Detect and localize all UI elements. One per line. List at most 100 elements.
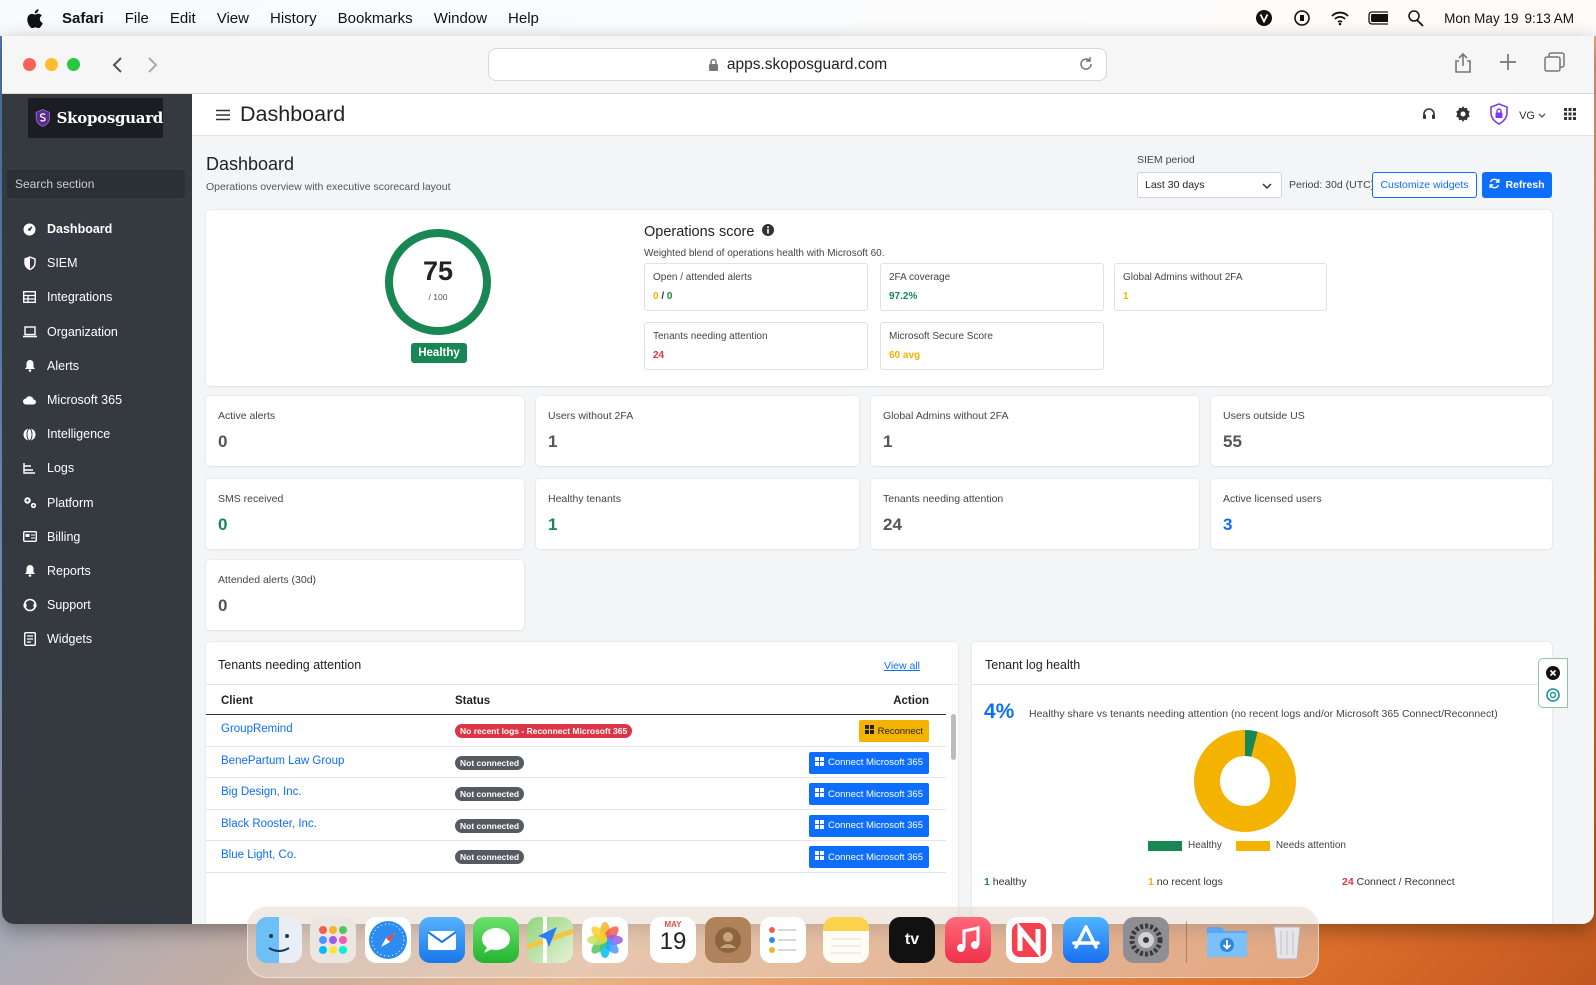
stat-value: 3 [1223, 515, 1233, 534]
sidebar-item-reports[interactable]: Reports [2, 554, 192, 588]
forward-icon[interactable] [140, 53, 164, 77]
zoom-window-button[interactable] [67, 58, 80, 71]
sidebar-item-intelligence[interactable]: Intelligence [2, 417, 192, 451]
dock-safari-icon[interactable] [365, 917, 411, 963]
share-icon[interactable] [1454, 52, 1472, 79]
user-menu[interactable]: VG [1519, 110, 1546, 122]
status-badge: Not connected [455, 755, 525, 770]
menu-window[interactable]: Window [434, 10, 487, 27]
headset-icon[interactable] [1421, 106, 1437, 125]
sidebar-item-platform[interactable]: Platform [2, 486, 192, 520]
widgets-icon [22, 632, 37, 647]
stat-attended-alerts-30d: Attended alerts (30d) 0 [206, 560, 524, 630]
menu-time[interactable]: 9:13 AM [1524, 11, 1574, 26]
client-link[interactable]: BenePartum Law Group [221, 755, 344, 767]
minimize-window-button[interactable] [45, 58, 58, 71]
url-text: apps.skoposguard.com [726, 55, 888, 73]
dock-photos-icon[interactable] [582, 917, 628, 963]
hamburger-menu-icon[interactable] [216, 109, 230, 121]
user-initials: VG [1519, 109, 1535, 122]
reconnect-button[interactable]: Reconnect [858, 720, 929, 742]
refresh-button[interactable]: Refresh [1482, 172, 1552, 198]
menu-edit[interactable]: Edit [170, 10, 196, 27]
dock-finder-icon[interactable] [256, 917, 302, 963]
menu-bookmarks[interactable]: Bookmarks [338, 10, 413, 27]
dock-music-icon[interactable] [945, 917, 991, 963]
dock-messages-icon[interactable] [473, 917, 519, 963]
table-scrollbar[interactable] [951, 714, 956, 760]
sidebar-item-siem[interactable]: SIEM [2, 246, 192, 280]
control-center-icon[interactable] [1406, 9, 1426, 27]
dock-calendar-icon[interactable]: MAY 19 [650, 917, 696, 963]
sidebar-item-integrations[interactable]: Integrations [2, 280, 192, 314]
floating-side-widget[interactable] [1538, 658, 1568, 708]
sidebar-item-support[interactable]: Support [2, 588, 192, 622]
dock-apple-tv-icon[interactable]: tv [889, 917, 935, 963]
sidebar-item-dashboard[interactable]: Dashboard [2, 212, 192, 246]
dock-reminders-icon[interactable] [760, 917, 806, 963]
chevron-down-icon [1262, 181, 1272, 193]
shield-lock-icon[interactable] [1489, 103, 1509, 128]
gear-icon[interactable] [1455, 106, 1471, 125]
dock-app-store-icon[interactable] [1063, 917, 1109, 963]
stat-value: 24 [883, 515, 902, 534]
customize-widgets-button[interactable]: Customize widgets [1372, 172, 1477, 198]
target-circle-icon[interactable] [1546, 688, 1560, 707]
menu-help[interactable]: Help [508, 10, 539, 27]
connect-microsoft-365-button[interactable]: Connect Microsoft 365 [808, 814, 929, 837]
view-all-link[interactable]: View all [884, 660, 920, 672]
connect-microsoft-365-button[interactable]: Connect Microsoft 365 [808, 846, 929, 869]
client-link[interactable]: GroupRemind [221, 723, 293, 735]
connect-microsoft-365-button[interactable]: Connect Microsoft 365 [808, 783, 929, 806]
sidebar-item-logs[interactable]: Logs [2, 451, 192, 485]
address-bar[interactable]: apps.skoposguard.com [488, 48, 1107, 81]
dock-trash-icon[interactable] [1264, 917, 1310, 963]
battery-icon[interactable] [1368, 9, 1389, 27]
menu-date[interactable]: Mon May 19 [1444, 11, 1518, 26]
dock-downloads-folder-icon[interactable] [1204, 917, 1250, 963]
info-icon[interactable] [762, 224, 775, 240]
brand-logo[interactable]: Skoposguard [28, 98, 163, 138]
sidebar-item-microsoft-365[interactable]: Microsoft 365 [2, 383, 192, 417]
dock-maps-icon[interactable] [526, 917, 574, 963]
connect-microsoft-365-button[interactable]: Connect Microsoft 365 [808, 751, 929, 774]
client-link[interactable]: Big Design, Inc. [221, 786, 302, 798]
dock-news-icon[interactable] [1006, 917, 1052, 963]
dock-mail-icon[interactable] [419, 917, 465, 963]
apple-menu-icon[interactable] [26, 8, 44, 28]
client-link[interactable]: Blue Light, Co. [221, 849, 296, 861]
dock-launchpad-icon[interactable] [310, 917, 356, 963]
sidebar-item-label: Reports [47, 563, 91, 578]
close-circle-icon[interactable] [1546, 666, 1560, 685]
menu-history[interactable]: History [270, 10, 317, 27]
dock-system-settings-icon[interactable] [1123, 917, 1169, 963]
calendar-day: 19 [659, 928, 687, 955]
menu-view[interactable]: View [217, 10, 249, 27]
siem-period-select[interactable]: Last 30 days [1137, 172, 1282, 198]
healthy-count: 1 healthy [984, 876, 1027, 888]
keychain-icon[interactable] [1292, 9, 1312, 27]
close-window-button[interactable] [23, 58, 36, 71]
brand-name: Skoposguard [56, 109, 164, 127]
tab-overview-icon[interactable] [1544, 52, 1566, 79]
client-link[interactable]: Black Rooster, Inc. [221, 818, 317, 830]
vpn-status-icon[interactable] [1254, 9, 1274, 27]
menu-app-name[interactable]: Safari [62, 10, 104, 27]
sidebar-item-alerts[interactable]: Alerts [2, 349, 192, 383]
wifi-icon[interactable] [1330, 9, 1350, 27]
back-icon[interactable] [106, 53, 130, 77]
sidebar-item-billing[interactable]: Billing [2, 520, 192, 554]
apps-grid-icon[interactable] [1564, 108, 1576, 123]
window-controls [23, 58, 80, 71]
dock-notes-icon[interactable] [823, 917, 869, 963]
status-badge: No recent logs - Reconnect Microsoft 365 [455, 724, 633, 738]
stat-label: SMS received [218, 493, 284, 505]
new-tab-icon[interactable] [1498, 52, 1518, 79]
sidebar-search-input[interactable]: Search section [7, 170, 185, 198]
sidebar-item-label: Microsoft 365 [47, 393, 123, 408]
menu-file[interactable]: File [125, 10, 149, 27]
reload-icon[interactable] [1078, 56, 1094, 72]
dock-contacts-icon[interactable] [705, 917, 751, 963]
sidebar-item-organization[interactable]: Organization [2, 315, 192, 349]
sidebar-item-widgets[interactable]: Widgets [2, 622, 192, 656]
